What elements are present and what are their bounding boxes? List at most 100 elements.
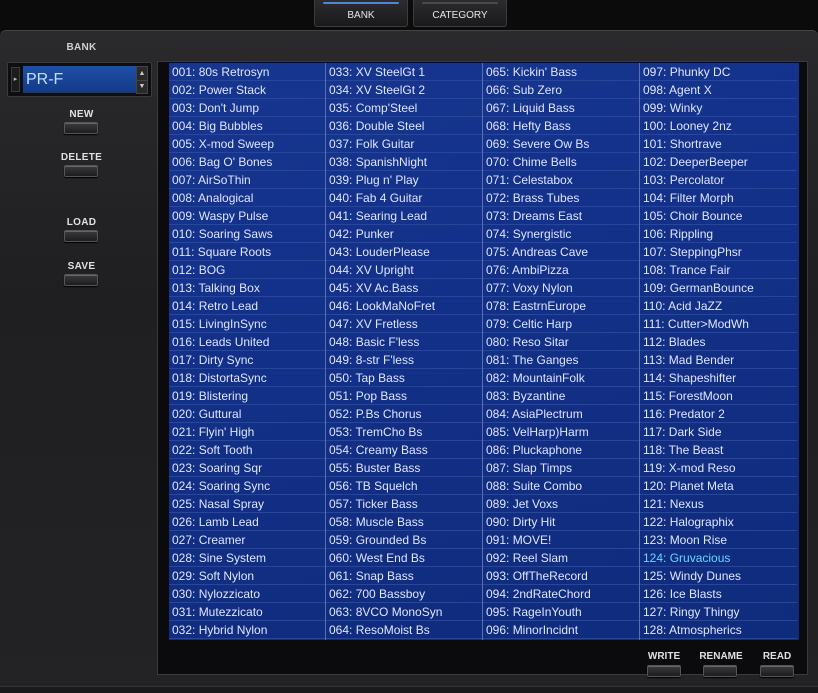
- patch-item[interactable]: 065: Kickin' Bass: [483, 63, 639, 81]
- patch-item[interactable]: 053: TremCho Bs: [326, 423, 482, 441]
- patch-item[interactable]: 112: Blades: [640, 333, 797, 351]
- patch-item[interactable]: 113: Mad Bender: [640, 351, 797, 369]
- patch-item[interactable]: 063: 8VCO MonoSyn: [326, 603, 482, 621]
- patch-item[interactable]: 048: Basic F'less: [326, 333, 482, 351]
- patch-item[interactable]: 066: Sub Zero: [483, 81, 639, 99]
- patch-item[interactable]: 023: Soaring Sqr: [169, 459, 325, 477]
- patch-item[interactable]: 045: XV Ac.Bass: [326, 279, 482, 297]
- patch-item[interactable]: 106: Rippling: [640, 225, 797, 243]
- patch-item[interactable]: 029: Soft Nylon: [169, 567, 325, 585]
- patch-item[interactable]: 052: P.Bs Chorus: [326, 405, 482, 423]
- patch-item[interactable]: 091: MOVE!: [483, 531, 639, 549]
- patch-item[interactable]: 001: 80s Retrosyn: [169, 63, 325, 81]
- patch-item[interactable]: 009: Waspy Pulse: [169, 207, 325, 225]
- patch-item[interactable]: 002: Power Stack: [169, 81, 325, 99]
- patch-item[interactable]: 085: VelHarp)Harm: [483, 423, 639, 441]
- patch-item[interactable]: 120: Planet Meta: [640, 477, 797, 495]
- patch-item[interactable]: 025: Nasal Spray: [169, 495, 325, 513]
- patch-item[interactable]: 078: EastrnEurope: [483, 297, 639, 315]
- patch-item[interactable]: 030: Nylozzicato: [169, 585, 325, 603]
- patch-item[interactable]: 101: Shortrave: [640, 135, 797, 153]
- patch-item[interactable]: 110: Acid JaZZ: [640, 297, 797, 315]
- patch-item[interactable]: 043: LouderPlease: [326, 243, 482, 261]
- patch-item[interactable]: 114: Shapeshifter: [640, 369, 797, 387]
- patch-item[interactable]: 105: Choir Bounce: [640, 207, 797, 225]
- patch-item[interactable]: 027: Creamer: [169, 531, 325, 549]
- patch-item[interactable]: 042: Punker: [326, 225, 482, 243]
- patch-item[interactable]: 071: Celestabox: [483, 171, 639, 189]
- patch-item[interactable]: 072: Brass Tubes: [483, 189, 639, 207]
- patch-item[interactable]: 097: Phunky DC: [640, 63, 797, 81]
- patch-item[interactable]: 109: GermanBounce: [640, 279, 797, 297]
- patch-item[interactable]: 006: Bag O' Bones: [169, 153, 325, 171]
- patch-item[interactable]: 102: DeeperBeeper: [640, 153, 797, 171]
- patch-item[interactable]: 022: Soft Tooth: [169, 441, 325, 459]
- patch-item[interactable]: 024: Soaring Sync: [169, 477, 325, 495]
- patch-item[interactable]: 011: Square Roots: [169, 243, 325, 261]
- patch-item[interactable]: 013: Talking Box: [169, 279, 325, 297]
- patch-item[interactable]: 059: Grounded Bs: [326, 531, 482, 549]
- patch-item[interactable]: 044: XV Upright: [326, 261, 482, 279]
- patch-item[interactable]: 019: Blistering: [169, 387, 325, 405]
- patch-item[interactable]: 086: Pluckaphone: [483, 441, 639, 459]
- patch-item[interactable]: 096: MinorIncidnt: [483, 621, 639, 639]
- patch-item[interactable]: 088: Suite Combo: [483, 477, 639, 495]
- patch-item[interactable]: 089: Jet Voxs: [483, 495, 639, 513]
- patch-item[interactable]: 083: Byzantine: [483, 387, 639, 405]
- patch-item[interactable]: 062: 700 Bassboy: [326, 585, 482, 603]
- patch-item[interactable]: 090: Dirty Hit: [483, 513, 639, 531]
- patch-item[interactable]: 057: Ticker Bass: [326, 495, 482, 513]
- patch-item[interactable]: 076: AmbiPizza: [483, 261, 639, 279]
- delete-button[interactable]: [64, 165, 98, 177]
- patch-item[interactable]: 003: Don't Jump: [169, 99, 325, 117]
- new-button[interactable]: [64, 122, 98, 134]
- write-button[interactable]: [647, 665, 681, 677]
- patch-item[interactable]: 049: 8-str F'less: [326, 351, 482, 369]
- patch-item[interactable]: 035: Comp'Steel: [326, 99, 482, 117]
- patch-item[interactable]: 070: Chime Bells: [483, 153, 639, 171]
- patch-item[interactable]: 047: XV Fretless: [326, 315, 482, 333]
- patch-item[interactable]: 124: Gruvacious: [640, 549, 797, 567]
- patch-item[interactable]: 068: Hefty Bass: [483, 117, 639, 135]
- read-button[interactable]: [760, 665, 794, 677]
- patch-item[interactable]: 081: The Ganges: [483, 351, 639, 369]
- patch-item[interactable]: 108: Trance Fair: [640, 261, 797, 279]
- patch-item[interactable]: 104: Filter Morph: [640, 189, 797, 207]
- patch-item[interactable]: 128: Atmospherics: [640, 621, 797, 639]
- patch-item[interactable]: 118: The Beast: [640, 441, 797, 459]
- rename-button[interactable]: [703, 665, 737, 677]
- patch-item[interactable]: 012: BOG: [169, 261, 325, 279]
- tab-category[interactable]: CATEGORY: [413, 0, 507, 27]
- patch-item[interactable]: 087: Slap Timps: [483, 459, 639, 477]
- patch-item[interactable]: 005: X-mod Sweep: [169, 135, 325, 153]
- patch-item[interactable]: 058: Muscle Bass: [326, 513, 482, 531]
- patch-item[interactable]: 028: Sine System: [169, 549, 325, 567]
- patch-item[interactable]: 092: Reel Slam: [483, 549, 639, 567]
- patch-item[interactable]: 046: LookMaNoFret: [326, 297, 482, 315]
- patch-item[interactable]: 061: Snap Bass: [326, 567, 482, 585]
- patch-item[interactable]: 007: AirSoThin: [169, 171, 325, 189]
- patch-item[interactable]: 125: Windy Dunes: [640, 567, 797, 585]
- patch-item[interactable]: 017: Dirty Sync: [169, 351, 325, 369]
- load-button[interactable]: [64, 230, 98, 242]
- patch-item[interactable]: 004: Big Bubbles: [169, 117, 325, 135]
- bank-prev-icon[interactable]: ▸: [11, 67, 20, 92]
- patch-item[interactable]: 075: Andreas Cave: [483, 243, 639, 261]
- tab-bank[interactable]: BANK: [314, 0, 408, 27]
- patch-item[interactable]: 123: Moon Rise: [640, 531, 797, 549]
- patch-item[interactable]: 037: Folk Guitar: [326, 135, 482, 153]
- patch-item[interactable]: 034: XV SteelGt 2: [326, 81, 482, 99]
- patch-item[interactable]: 014: Retro Lead: [169, 297, 325, 315]
- chevron-up-icon[interactable]: ▲: [137, 67, 147, 81]
- bank-selector[interactable]: ▸ PR-F ▲ ▼: [7, 62, 152, 97]
- patch-item[interactable]: 099: Winky: [640, 99, 797, 117]
- patch-item[interactable]: 084: AsiaPlectrum: [483, 405, 639, 423]
- patch-item[interactable]: 095: RageInYouth: [483, 603, 639, 621]
- chevron-down-icon[interactable]: ▼: [137, 80, 147, 93]
- patch-item[interactable]: 021: Flyin' High: [169, 423, 325, 441]
- patch-item[interactable]: 060: West End Bs: [326, 549, 482, 567]
- patch-item[interactable]: 041: Searing Lead: [326, 207, 482, 225]
- patch-item[interactable]: 098: Agent X: [640, 81, 797, 99]
- patch-item[interactable]: 111: Cutter>ModWh: [640, 315, 797, 333]
- patch-item[interactable]: 079: Celtic Harp: [483, 315, 639, 333]
